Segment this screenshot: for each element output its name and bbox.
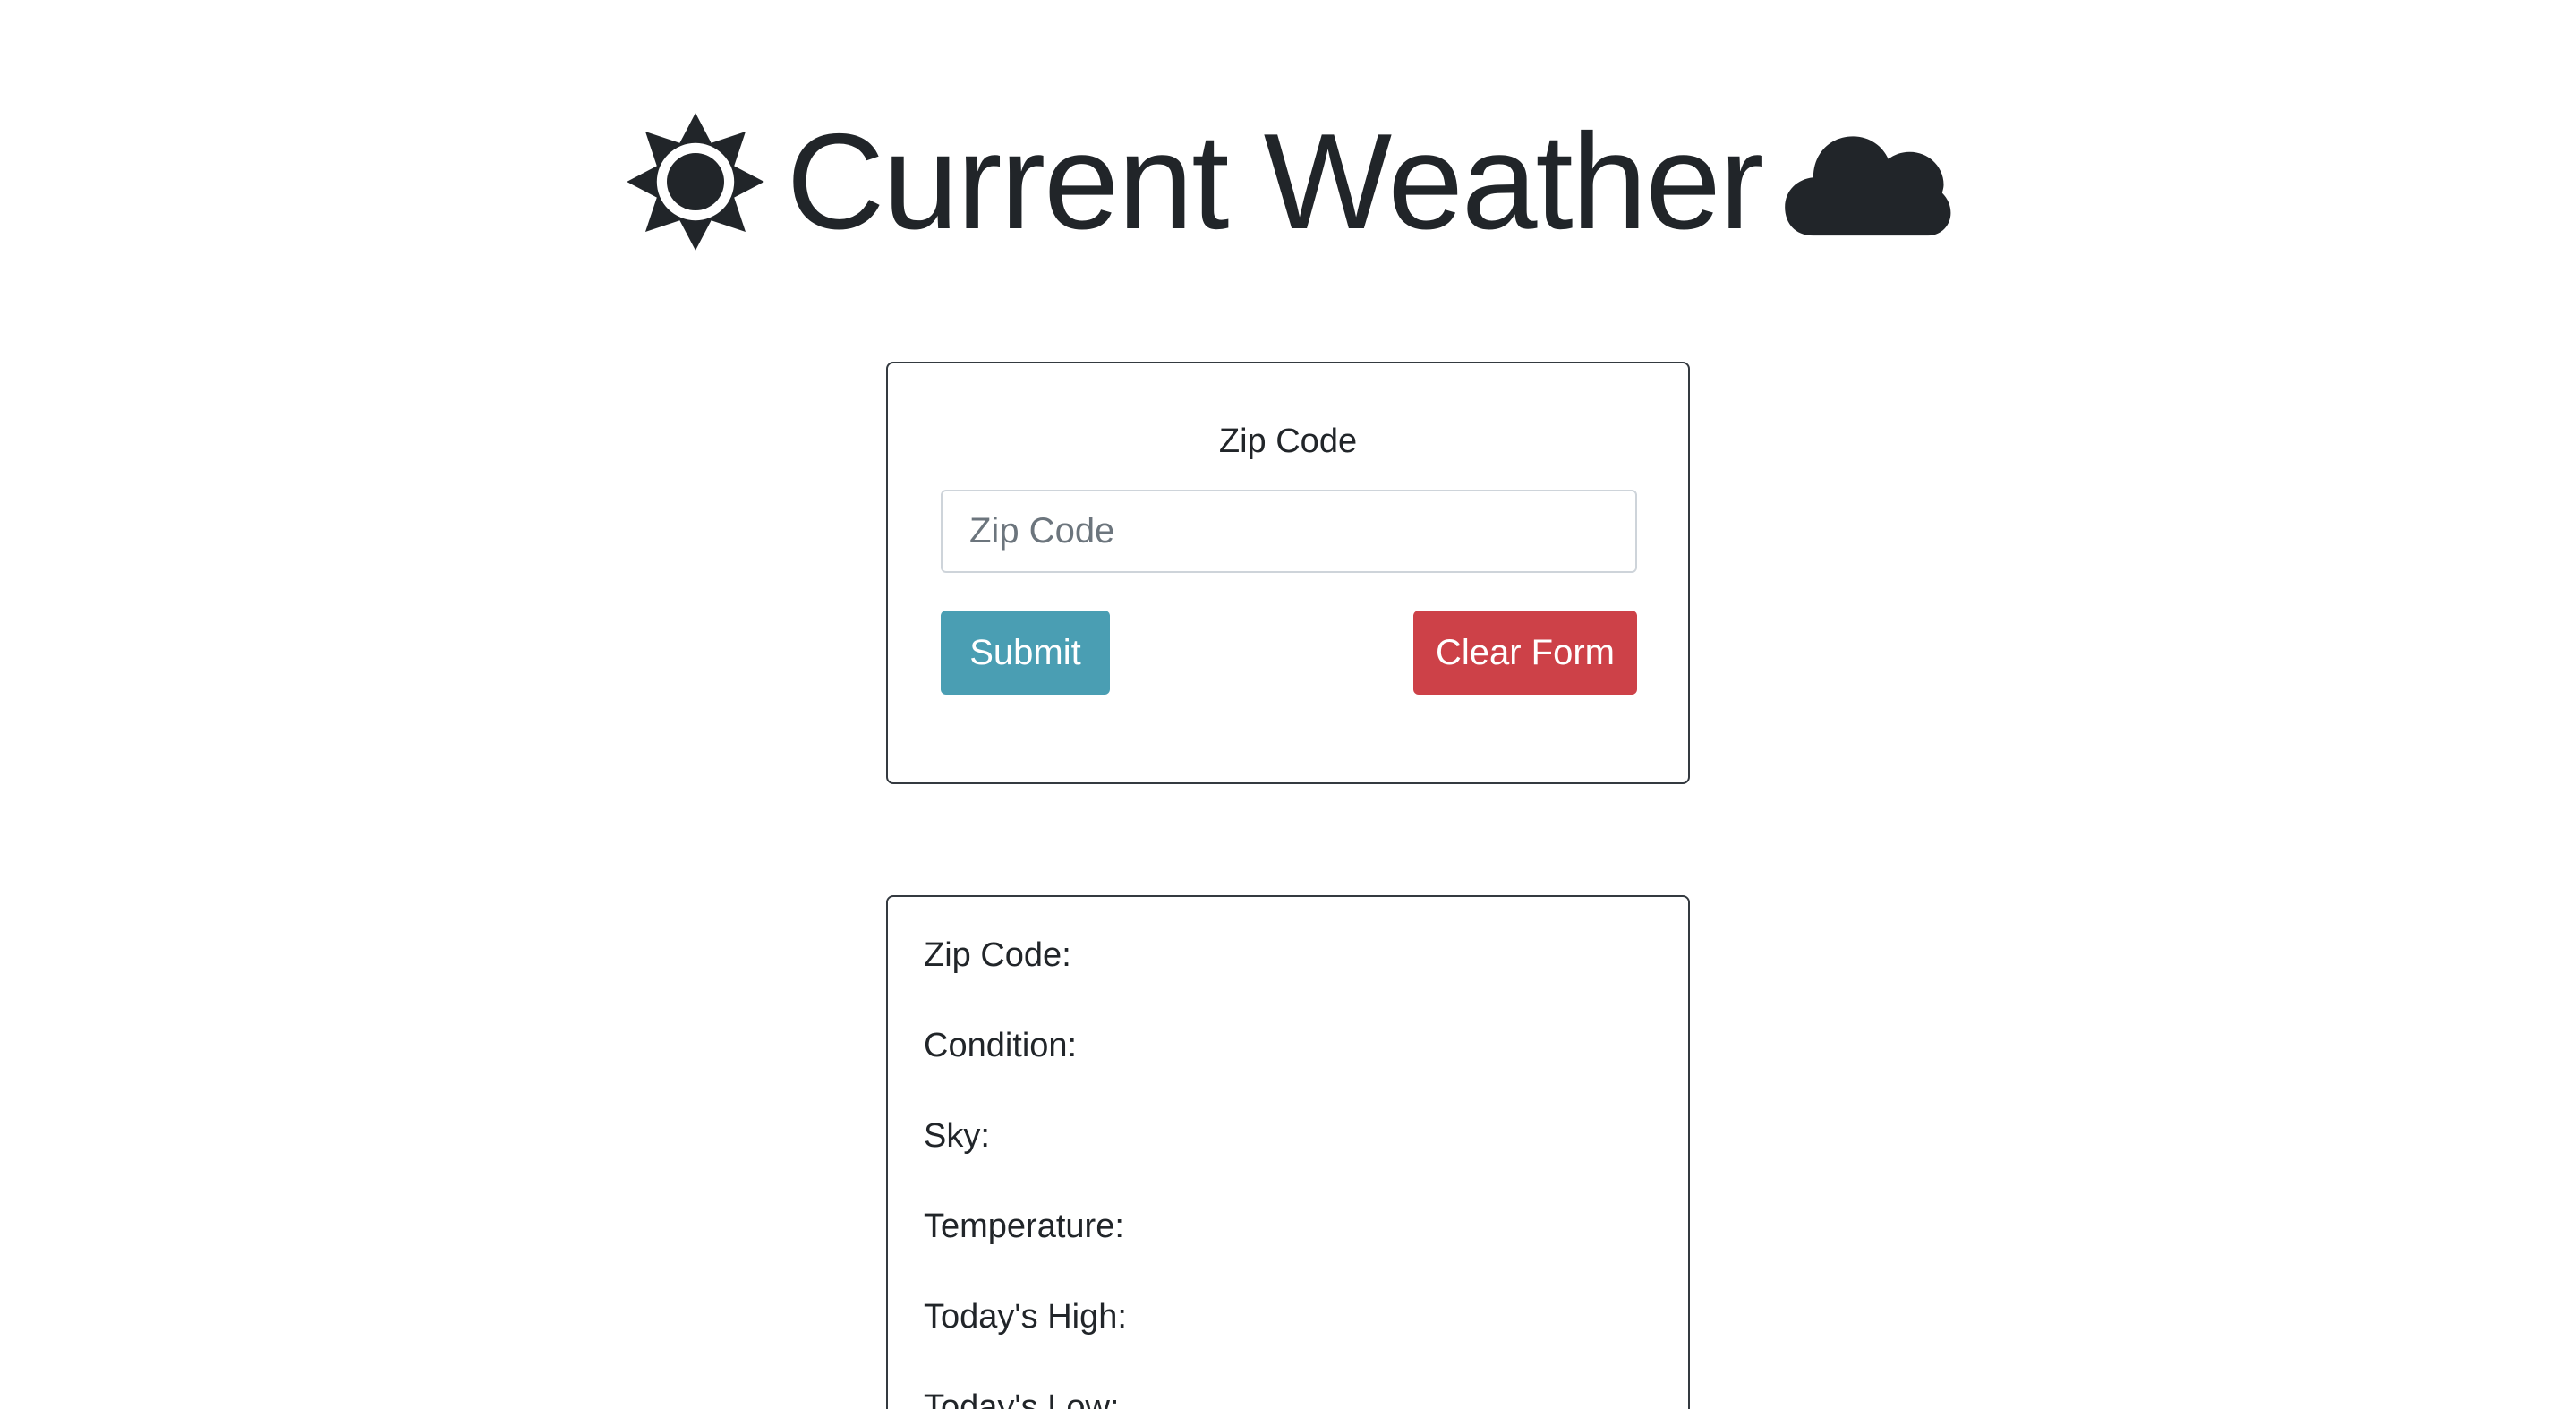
cloud-icon: [1782, 110, 1952, 253]
result-sky: Sky:: [924, 1117, 990, 1155]
zip-form-card: Zip Code Submit Clear Form: [886, 362, 1690, 784]
result-todays-low: Today's Low:: [924, 1388, 1120, 1409]
sun-icon: [624, 110, 767, 253]
weather-results-card: Zip Code: Condition: Sky: Temperature: T…: [886, 895, 1690, 1409]
clear-form-button[interactable]: Clear Form: [1413, 611, 1637, 695]
page-header: Current Weather: [0, 106, 2576, 258]
page-title: Current Weather: [786, 106, 1765, 258]
result-condition: Condition:: [924, 1027, 1078, 1064]
submit-button[interactable]: Submit: [941, 611, 1110, 695]
page: Current Weather Zip Code Submit Clear Fo…: [0, 0, 2576, 1409]
zip-code-label: Zip Code: [1218, 423, 1358, 460]
result-temperature: Temperature:: [924, 1208, 1124, 1245]
result-zip-code: Zip Code:: [924, 936, 1071, 974]
result-todays-high: Today's High:: [924, 1298, 1127, 1336]
zip-code-input[interactable]: [941, 490, 1637, 573]
